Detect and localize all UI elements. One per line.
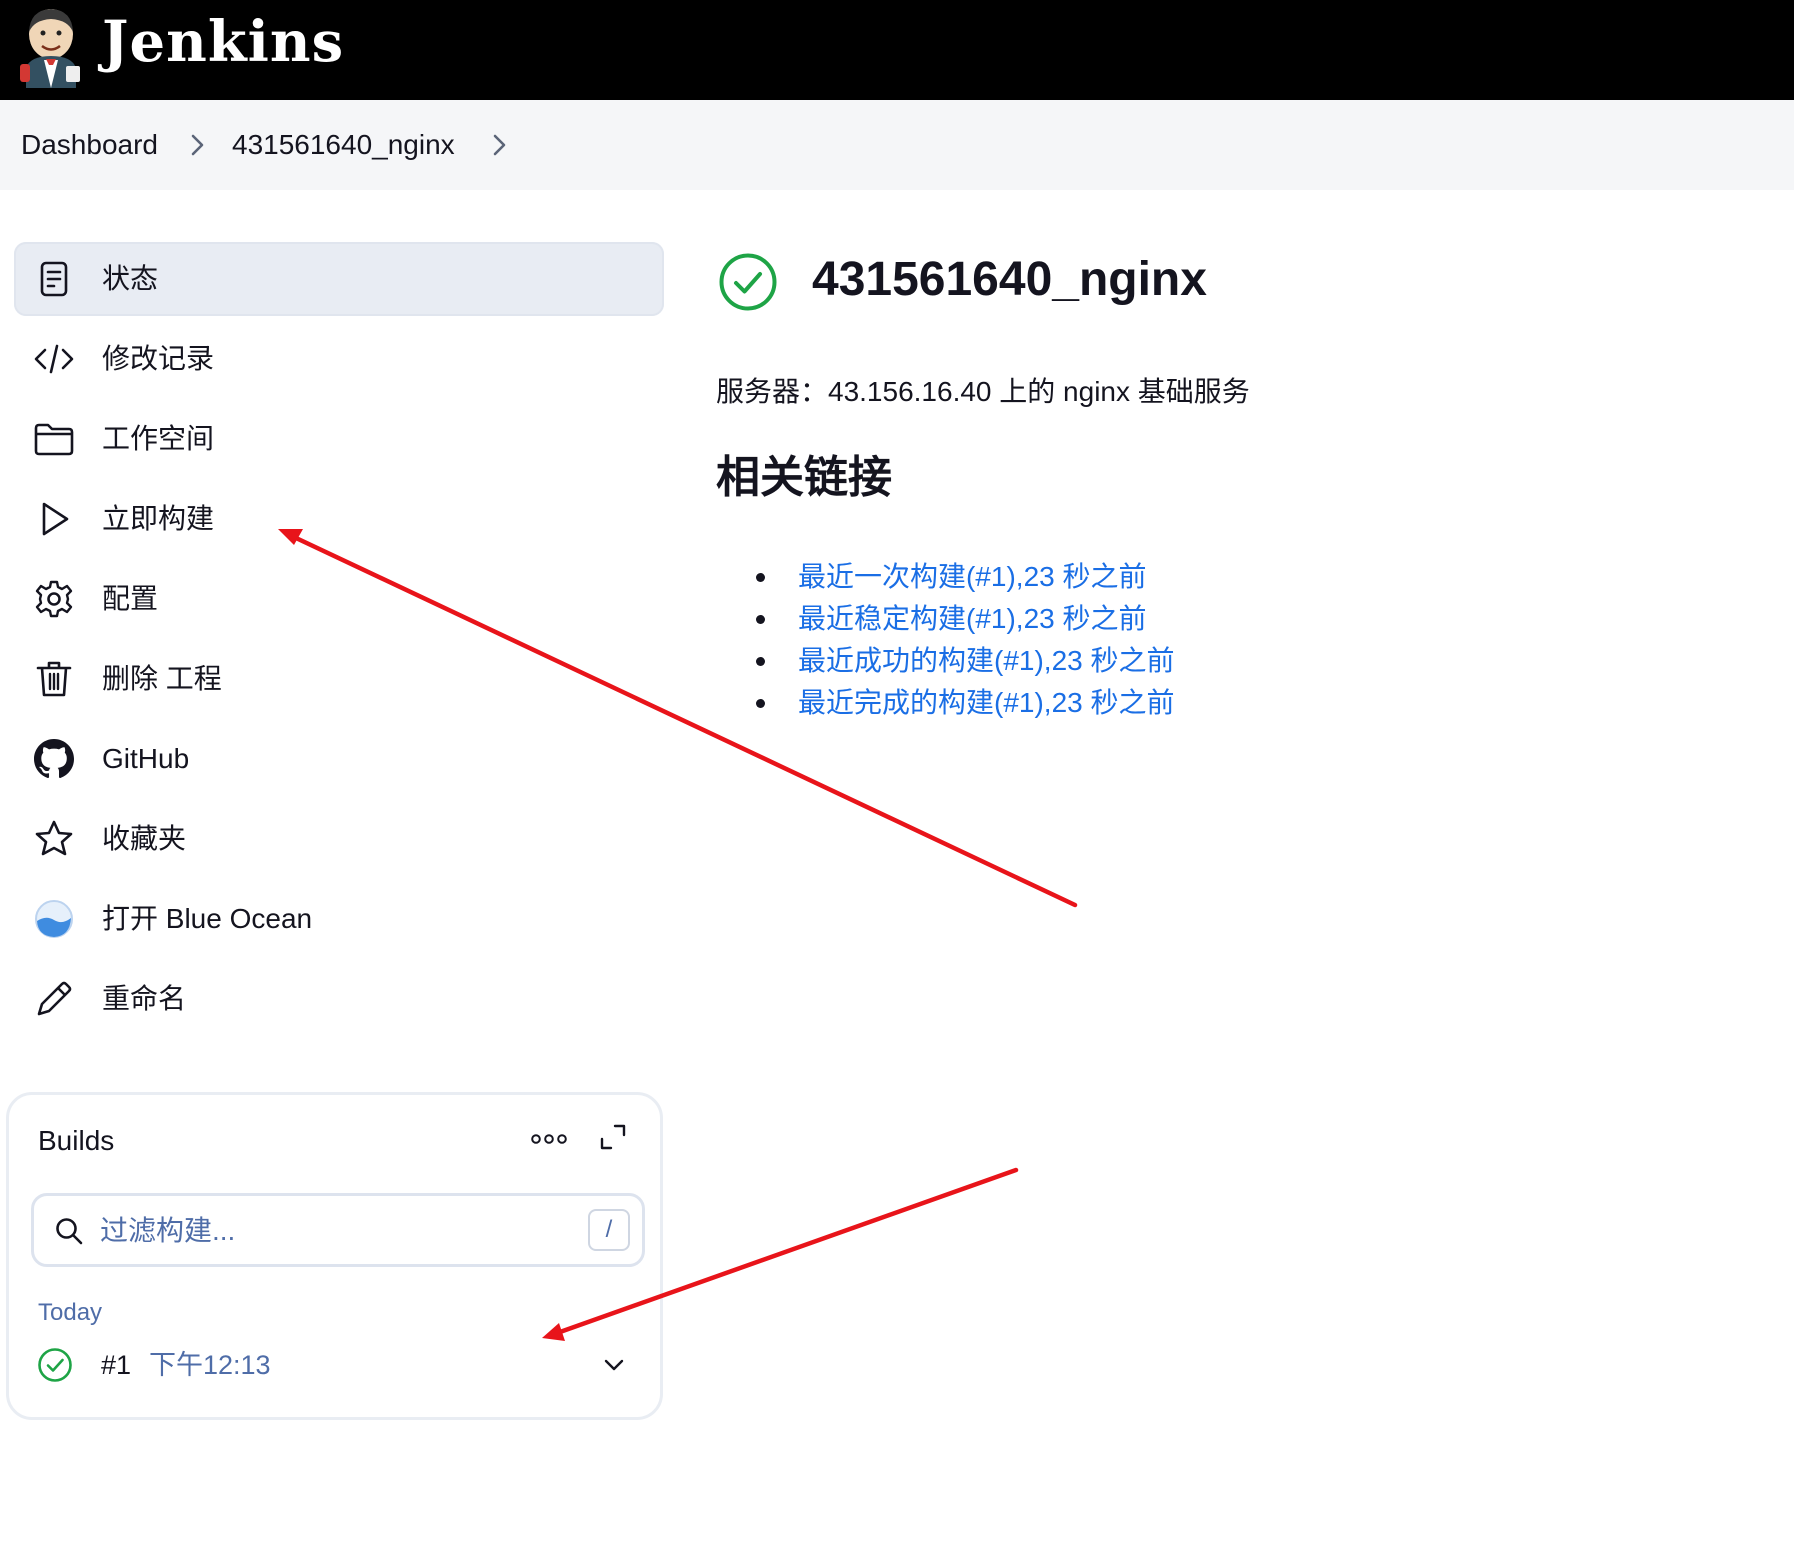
sidebar-item-favorites[interactable]: 收藏夹	[14, 802, 664, 876]
sidebar-item-label: 状态	[102, 263, 159, 294]
blue-ocean-icon	[35, 900, 73, 938]
sidebar-item-label: GitHub	[102, 743, 190, 774]
list-item: 最近稳定构建(#1),23 秒之前	[756, 598, 1175, 640]
folder-icon	[34, 423, 74, 456]
sidebar-item-label: 修改记录	[102, 343, 215, 374]
list-item: 最近一次构建(#1),23 秒之前	[756, 556, 1175, 598]
search-icon	[56, 1218, 83, 1245]
jenkins-logo-icon[interactable]	[18, 4, 84, 88]
list-item: 最近成功的构建(#1),23 秒之前	[756, 640, 1175, 682]
sidebar-item-label: 打开 Blue Ocean	[102, 903, 313, 934]
page-title: 431561640_nginx	[812, 253, 1207, 306]
pencil-icon	[37, 981, 72, 1016]
sidebar-item-configure[interactable]: 配置	[14, 562, 664, 636]
chevron-right-icon[interactable]	[488, 132, 510, 158]
code-icon	[34, 344, 74, 374]
builds-panel: Builds / Today #1 下午12:13	[6, 1092, 663, 1420]
build-row[interactable]: #1 下午12:13	[31, 1337, 645, 1393]
breadcrumb-job[interactable]: 431561640_nginx	[232, 100, 455, 190]
star-icon	[35, 820, 73, 856]
sidebar-item-label: 收藏夹	[102, 823, 187, 854]
more-icon[interactable]	[529, 1127, 569, 1151]
sidebar-item-delete[interactable]: 删除 工程	[14, 642, 664, 716]
success-check-icon	[719, 253, 777, 311]
build-filter: /	[31, 1193, 645, 1267]
sidebar-item-workspace[interactable]: 工作空间	[14, 402, 664, 476]
link-last-completed-build[interactable]: 最近完成的构建(#1),23 秒之前	[798, 687, 1175, 718]
gear-icon	[35, 580, 73, 618]
related-links-list: 最近一次构建(#1),23 秒之前 最近稳定构建(#1),23 秒之前 最近成功…	[756, 556, 1175, 724]
sidebar-item-blue-ocean[interactable]: 打开 Blue Ocean	[14, 882, 664, 956]
breadcrumb: Dashboard 431561640_nginx	[0, 100, 1794, 190]
sidebar-item-label: 重命名	[102, 983, 187, 1014]
build-filter-input[interactable]	[100, 1208, 540, 1254]
sidebar-item-github[interactable]: GitHub	[14, 722, 664, 796]
sidebar-item-label: 配置	[102, 583, 159, 614]
sidebar-item-changes[interactable]: 修改记录	[14, 322, 664, 396]
sidebar-item-rename[interactable]: 重命名	[14, 962, 664, 1036]
brand-title[interactable]: Jenkins	[102, 10, 344, 74]
sidebar-item-label: 立即构建	[102, 503, 215, 534]
github-icon	[34, 739, 74, 779]
job-description: 服务器：43.156.16.40 上的 nginx 基础服务	[716, 376, 1250, 407]
link-last-stable-build[interactable]: 最近稳定构建(#1),23 秒之前	[798, 603, 1147, 634]
list-item: 最近完成的构建(#1),23 秒之前	[756, 682, 1175, 724]
sidebar-item-label: 删除 工程	[102, 663, 222, 694]
related-links-heading: 相关链接	[716, 453, 892, 502]
build-number[interactable]: #1	[101, 1337, 131, 1393]
link-last-successful-build[interactable]: 最近成功的构建(#1),23 秒之前	[798, 645, 1175, 676]
expand-icon[interactable]	[599, 1123, 627, 1151]
build-time: 下午12:13	[149, 1350, 271, 1380]
breadcrumb-dashboard[interactable]: Dashboard	[21, 100, 158, 190]
sidebar-item-build-now[interactable]: 立即构建	[14, 482, 664, 556]
play-icon	[42, 502, 69, 536]
chevron-right-icon	[191, 134, 204, 156]
top-header: Jenkins	[0, 0, 1794, 100]
document-icon	[40, 261, 68, 297]
trash-icon	[36, 661, 72, 697]
builds-title: Builds	[38, 1125, 115, 1156]
keyboard-shortcut-badge: /	[588, 1209, 630, 1251]
chevron-down-icon[interactable]	[601, 1353, 627, 1377]
sidebar-item-status[interactable]: 状态	[14, 242, 664, 316]
build-group-label: Today	[38, 1299, 103, 1326]
success-check-icon	[38, 1348, 72, 1382]
sidebar-item-label: 工作空间	[102, 423, 215, 454]
link-last-build[interactable]: 最近一次构建(#1),23 秒之前	[798, 561, 1147, 592]
